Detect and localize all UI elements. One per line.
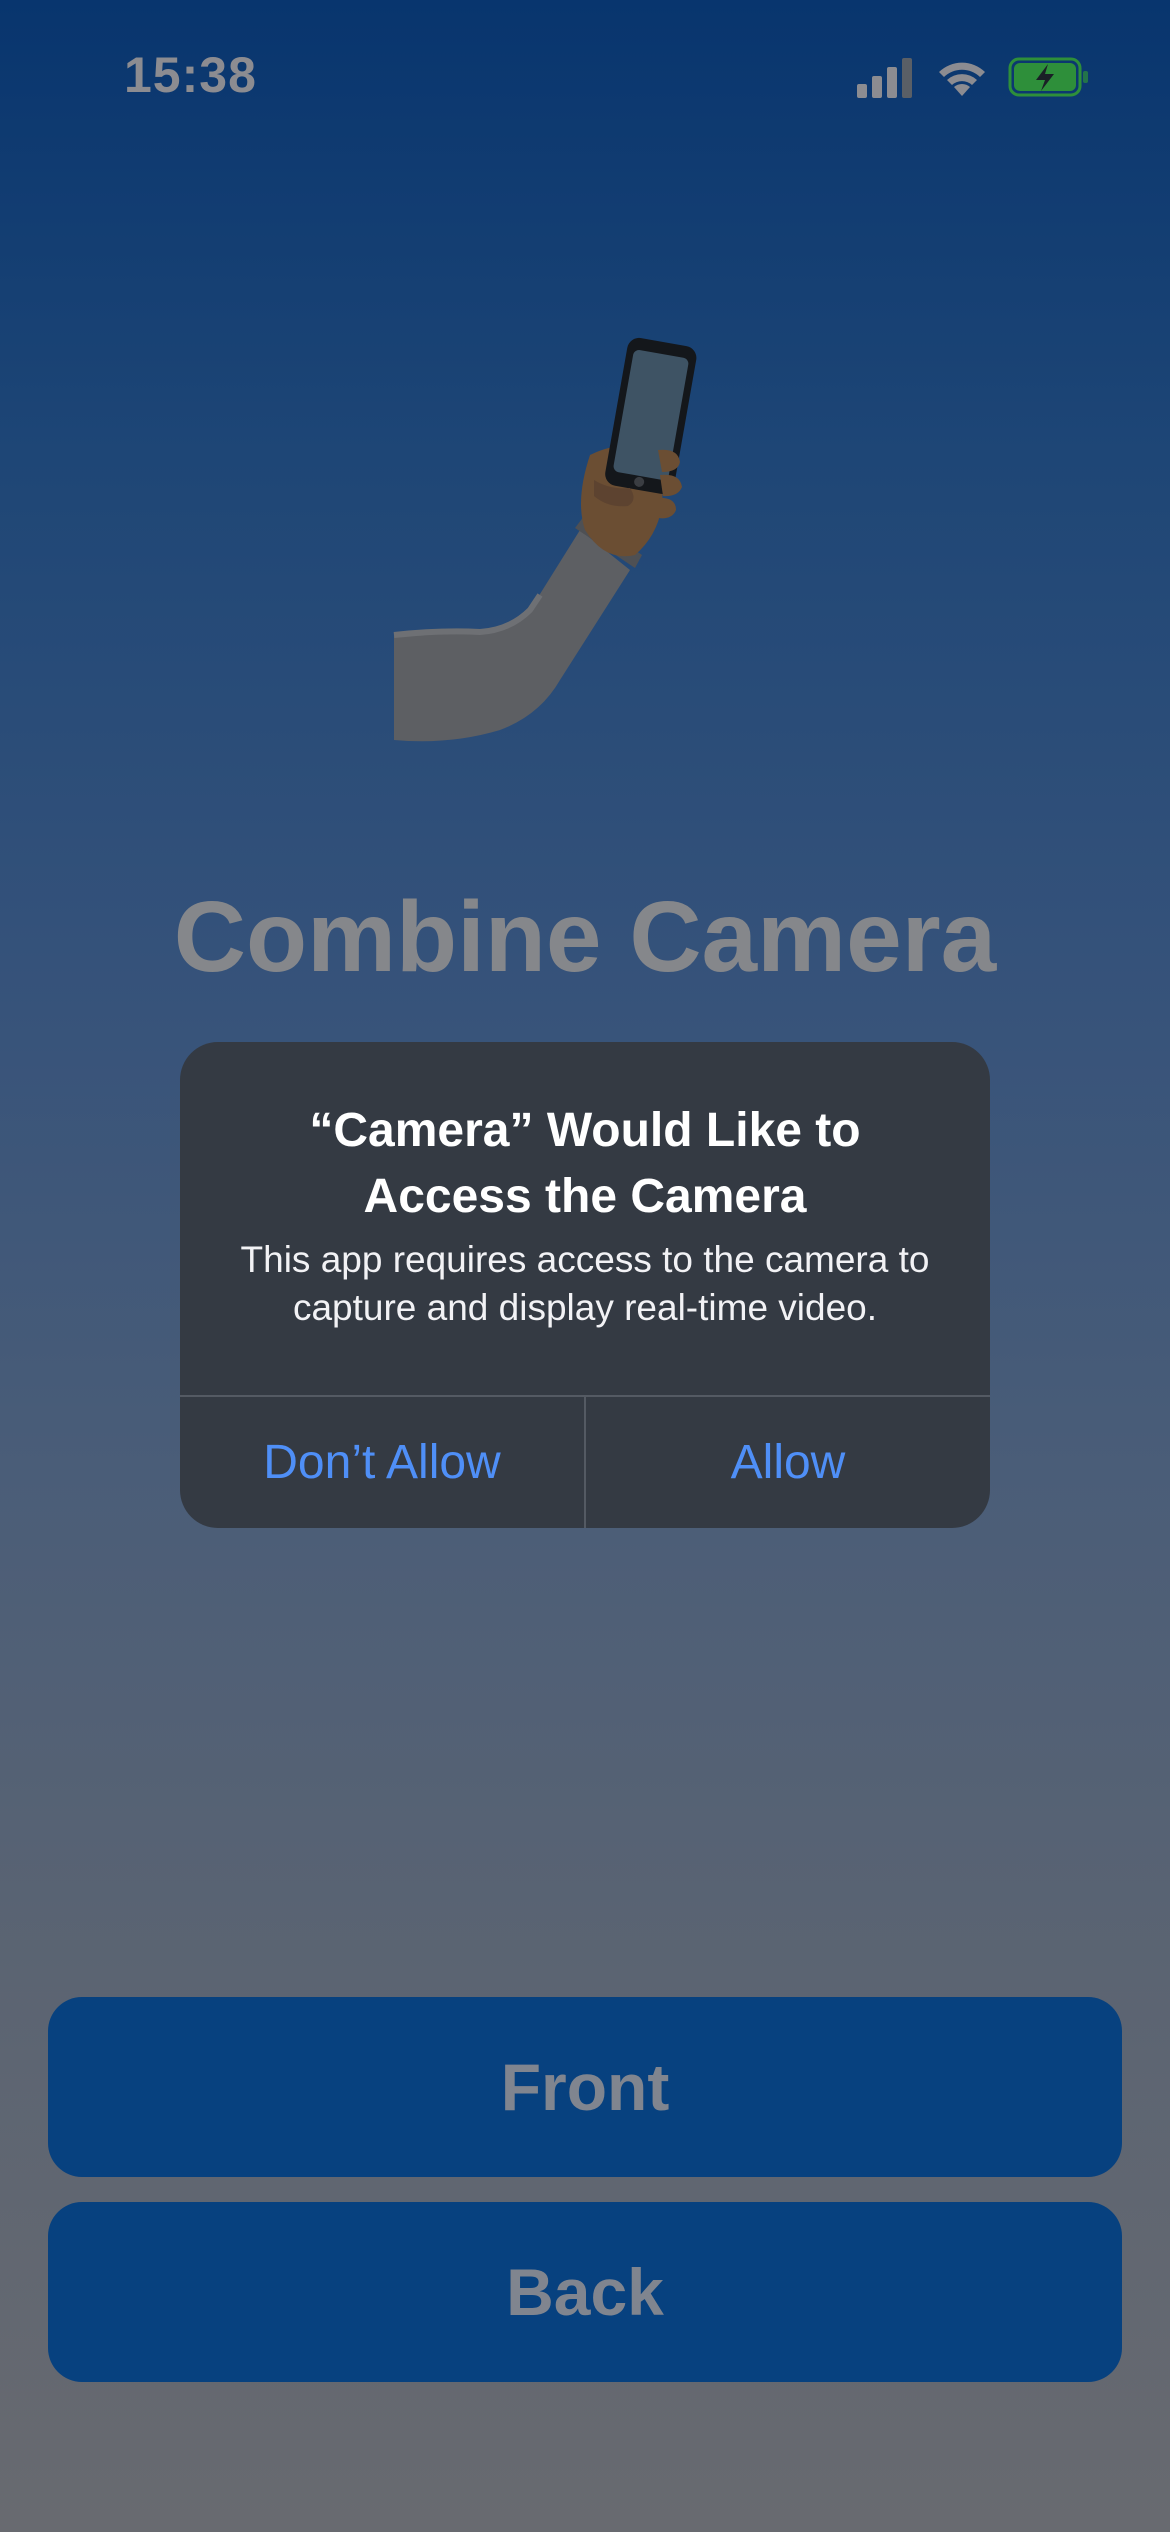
status-bar: 15:38: [0, 0, 1170, 150]
allow-button-label: Allow: [730, 1436, 846, 1489]
selfie-emoji-icon: [393, 337, 697, 742]
alert-message: This app requires access to the camera t…: [240, 1239, 930, 1328]
dont-allow-button-label: Don’t Allow: [263, 1436, 501, 1489]
app-screen: 15:38 Combine Camera Front Back “Camera”…: [0, 0, 1170, 2532]
front-camera-button-label: Front: [500, 2050, 670, 2124]
alert-body: “Camera” Would Like to Access the Camera…: [180, 1042, 990, 1395]
allow-button[interactable]: Allow: [586, 1397, 990, 1528]
app-title: Combine Camera: [173, 881, 997, 993]
front-camera-button[interactable]: Front: [48, 1997, 1122, 2177]
status-time: 15:38: [124, 47, 257, 103]
cellular-signal-icon: [857, 58, 912, 98]
alert-title: “Camera” Would Like to Access the Camera: [309, 1104, 861, 1223]
back-camera-button[interactable]: Back: [48, 2202, 1122, 2382]
back-camera-button-label: Back: [506, 2255, 664, 2329]
battery-charging-icon: [1008, 57, 1088, 97]
dont-allow-button[interactable]: Don’t Allow: [180, 1397, 584, 1528]
wifi-icon: [939, 62, 985, 96]
camera-permission-alert: “Camera” Would Like to Access the Camera…: [180, 1042, 990, 1528]
